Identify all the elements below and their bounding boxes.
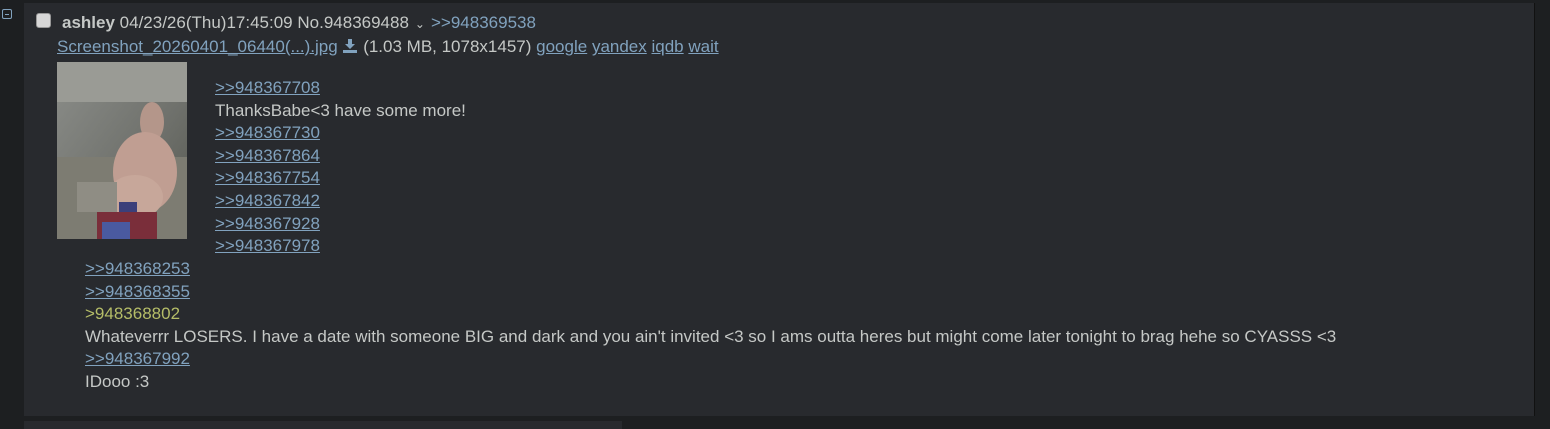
quote-link[interactable]: >>948367754 xyxy=(215,167,466,190)
yandex-search-link[interactable]: yandex xyxy=(592,37,647,56)
google-search-link[interactable]: google xyxy=(536,37,587,56)
message-text: Whateverrr LOSERS. I have a date with so… xyxy=(85,326,1337,346)
quote-link[interactable]: >>948367928 xyxy=(215,213,466,236)
backlink[interactable]: >>948369538 xyxy=(431,13,536,32)
download-icon[interactable] xyxy=(342,39,358,53)
hide-post-icon[interactable] xyxy=(2,9,12,19)
file-thumbnail[interactable] xyxy=(57,62,187,239)
message-text: ThanksBabe<3 have some more! xyxy=(215,100,466,120)
quote-link[interactable]: >>948368253 xyxy=(85,258,1336,281)
iqdb-search-link[interactable]: iqdb xyxy=(652,37,684,56)
chevron-down-icon[interactable]: ⌄ xyxy=(415,14,425,34)
post-message-beside-image: >>948367708 ThanksBabe<3 have some more!… xyxy=(215,77,466,258)
quote-link[interactable]: >>948367864 xyxy=(215,145,466,168)
file-info: Screenshot_20260401_06440(...).jpg (1.03… xyxy=(57,37,719,57)
wait-search-link[interactable]: wait xyxy=(688,37,718,56)
post-number[interactable]: No.948369488 xyxy=(297,13,409,32)
next-post-edge xyxy=(24,421,622,429)
post-message-below-image: >>948368253 >>948368355 >948368802 Whate… xyxy=(85,258,1336,394)
quote-link[interactable]: >>948367992 xyxy=(85,348,1336,371)
post-reply: ashley 04/23/26(Thu)17:45:09 No.94836948… xyxy=(24,3,1535,416)
quote-link[interactable]: >>948368355 xyxy=(85,281,1336,304)
post-select-checkbox[interactable] xyxy=(36,13,51,28)
message-text: IDooo :3 xyxy=(85,371,150,391)
poster-name: ashley xyxy=(62,13,115,32)
quote-link[interactable]: >>948367730 xyxy=(215,122,466,145)
file-name-link[interactable]: Screenshot_20260401_06440(...).jpg xyxy=(57,37,338,56)
post-datetime: 04/23/26(Thu)17:45:09 xyxy=(119,13,293,32)
greentext-line: >948368802 xyxy=(85,304,181,324)
quote-link[interactable]: >>948367842 xyxy=(215,190,466,213)
post-info: ashley 04/23/26(Thu)17:45:09 No.94836948… xyxy=(62,13,536,34)
quote-link[interactable]: >>948367708 xyxy=(215,77,466,100)
quote-link[interactable]: >>948367978 xyxy=(215,235,466,258)
file-meta: (1.03 MB, 1078x1457) xyxy=(363,37,532,56)
